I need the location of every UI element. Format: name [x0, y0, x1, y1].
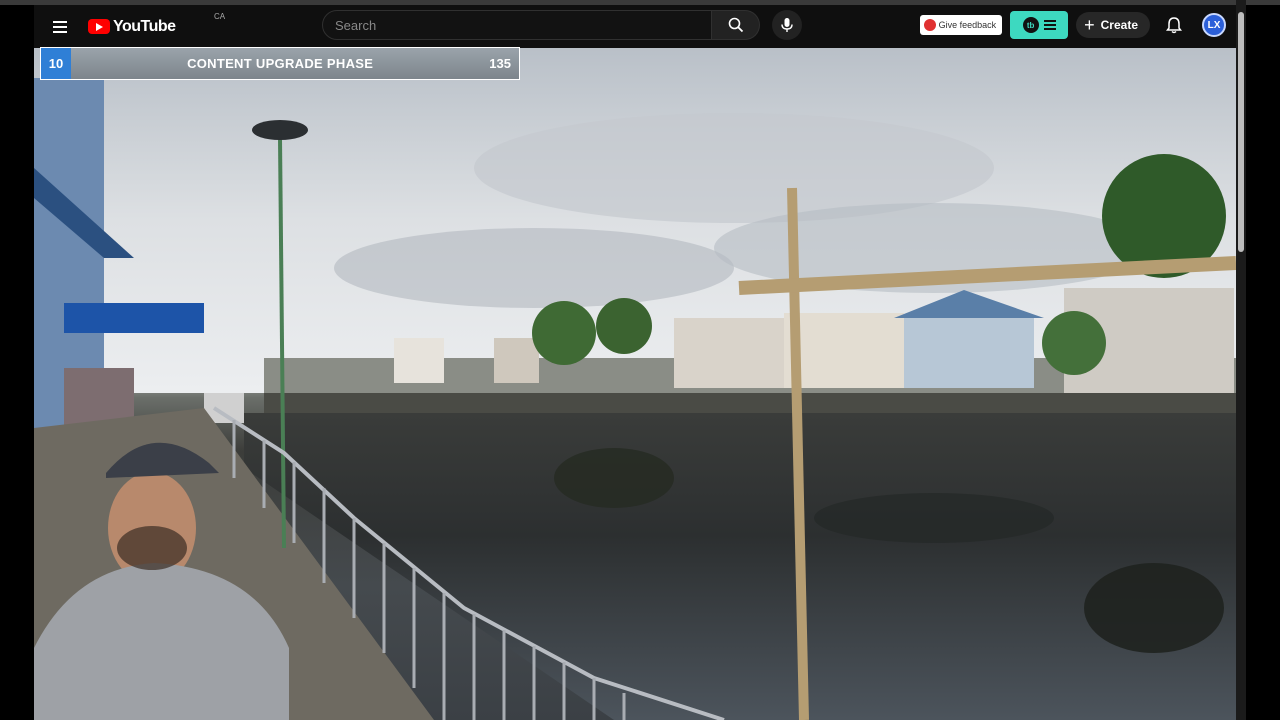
search-button[interactable] [712, 10, 760, 40]
video-player[interactable] [34, 48, 1236, 720]
notifications-button[interactable] [1160, 11, 1188, 39]
phase-overlay-bar: 10 CONTENT UPGRADE PHASE 135 [40, 47, 520, 80]
search-input[interactable] [322, 10, 712, 40]
plus-icon: + [1084, 15, 1095, 35]
create-button[interactable]: + Create [1076, 12, 1150, 38]
create-label: Create [1100, 18, 1138, 32]
youtube-play-icon [88, 19, 110, 34]
video-frame-canal-scene [34, 48, 1236, 720]
extension-button[interactable]: tb [1010, 11, 1069, 39]
phase-number: 10 [41, 48, 71, 79]
give-feedback-button[interactable]: Give feedback [919, 15, 1003, 35]
search-icon [728, 17, 743, 33]
account-avatar[interactable]: LX [1202, 13, 1226, 37]
header-actions: Give feedback tb + Create LX [919, 11, 1226, 39]
logo-text: YouTube [113, 17, 176, 35]
youtube-logo[interactable]: YouTube CA [88, 12, 225, 36]
extension-menu-icon [1043, 20, 1056, 30]
phase-title: CONTENT UPGRADE PHASE [187, 56, 374, 71]
page-scrollbar-thumb[interactable] [1238, 12, 1244, 252]
microphone-icon [781, 18, 793, 32]
feedback-icon [923, 19, 936, 31]
extension-logo-icon: tb [1022, 17, 1039, 33]
bell-icon [1166, 17, 1182, 34]
country-code: CA [214, 11, 226, 21]
youtube-header: YouTube CA Give feedback tb + Create LX [34, 5, 1236, 48]
voice-search-button[interactable] [772, 10, 802, 40]
menu-icon[interactable] [48, 15, 72, 39]
search-bar [322, 10, 802, 40]
feedback-label: Give feedback [938, 20, 997, 30]
phase-count: 135 [489, 56, 511, 71]
